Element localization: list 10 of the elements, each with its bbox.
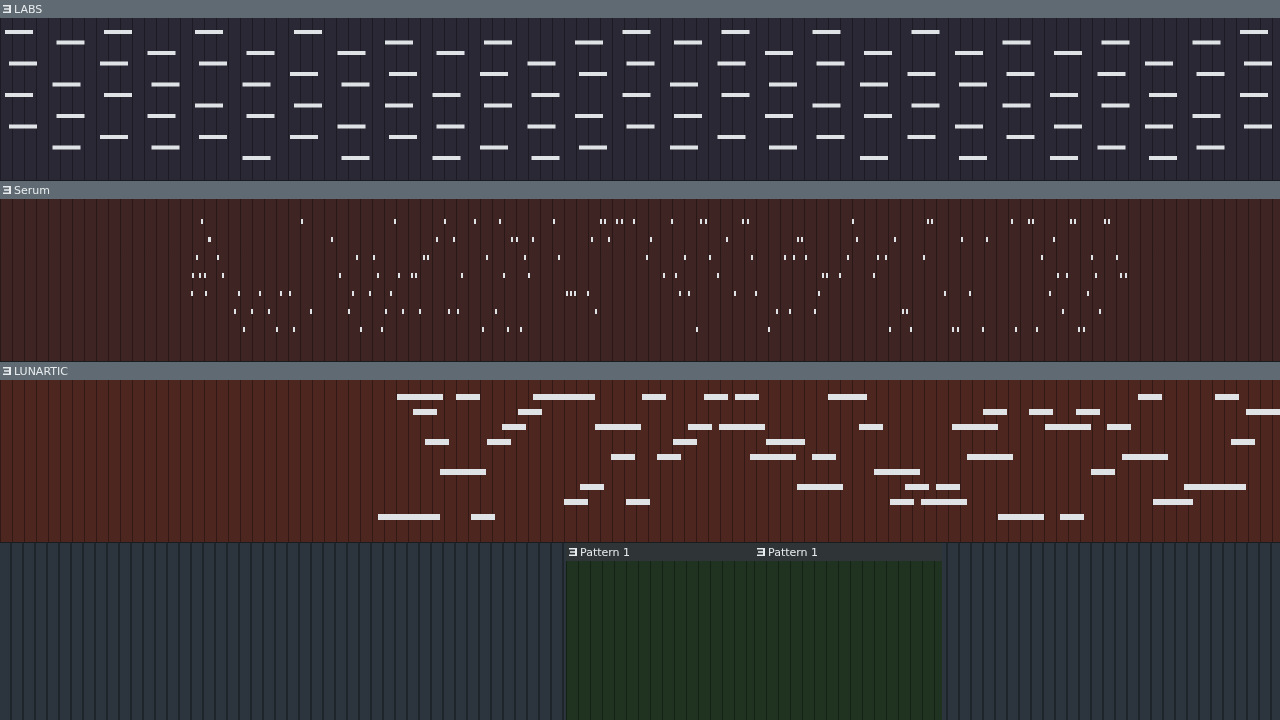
clip-title: Pattern 1 (580, 546, 631, 558)
clip-title: Serum (14, 184, 50, 196)
pattern-icon[interactable] (3, 186, 11, 194)
clip-title: Pattern 1 (768, 546, 819, 558)
pattern-icon[interactable] (3, 367, 11, 375)
clip-title: LUNARTIC (14, 365, 68, 377)
pattern-icon[interactable] (3, 5, 11, 13)
pattern-icon[interactable] (569, 548, 577, 556)
clip-title: LABS (14, 3, 43, 15)
pattern-icon[interactable] (757, 548, 765, 556)
